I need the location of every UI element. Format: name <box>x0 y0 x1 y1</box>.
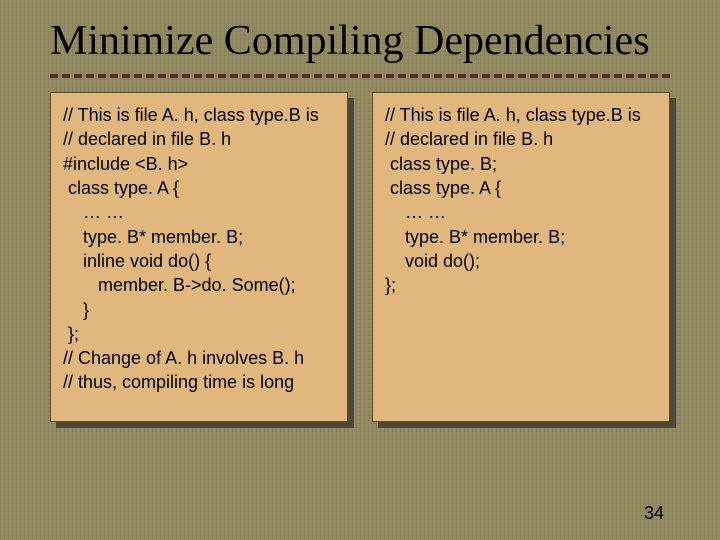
code-line: … … <box>63 200 335 224</box>
code-line: // declared in file B. h <box>63 127 335 151</box>
code-line: // This is file A. h, class type.B is <box>63 103 335 127</box>
code-line: } <box>63 298 335 322</box>
code-line: }; <box>385 273 657 297</box>
code-line: member. B->do. Some(); <box>63 273 335 297</box>
page-title: Minimize Compiling Dependencies <box>50 18 670 64</box>
code-line: … … <box>385 200 657 224</box>
slide: Minimize Compiling Dependencies // This … <box>0 0 720 540</box>
code-panel-right: // This is file A. h, class type.B is //… <box>372 92 670 422</box>
code-line: }; <box>63 322 335 346</box>
code-line: // Change of A. h involves B. h <box>63 346 335 370</box>
code-line: // This is file A. h, class type.B is <box>385 103 657 127</box>
code-line: type. B* member. B; <box>385 225 657 249</box>
code-line: class type. A { <box>385 176 657 200</box>
divider <box>50 74 670 78</box>
code-panel-left-body: // This is file A. h, class type.B is //… <box>50 92 348 422</box>
code-line: // thus, compiling time is long <box>63 370 335 394</box>
code-line: inline void do() { <box>63 249 335 273</box>
code-line: class type. B; <box>385 152 657 176</box>
code-panel-left: // This is file A. h, class type.B is //… <box>50 92 348 422</box>
code-line: type. B* member. B; <box>63 225 335 249</box>
code-panel-right-body: // This is file A. h, class type.B is //… <box>372 92 670 422</box>
code-line: void do(); <box>385 249 657 273</box>
code-line: class type. A { <box>63 176 335 200</box>
slide-number: 34 <box>644 503 664 524</box>
columns: // This is file A. h, class type.B is //… <box>50 92 670 422</box>
code-line: // declared in file B. h <box>385 127 657 151</box>
code-line: #include <B. h> <box>63 152 335 176</box>
